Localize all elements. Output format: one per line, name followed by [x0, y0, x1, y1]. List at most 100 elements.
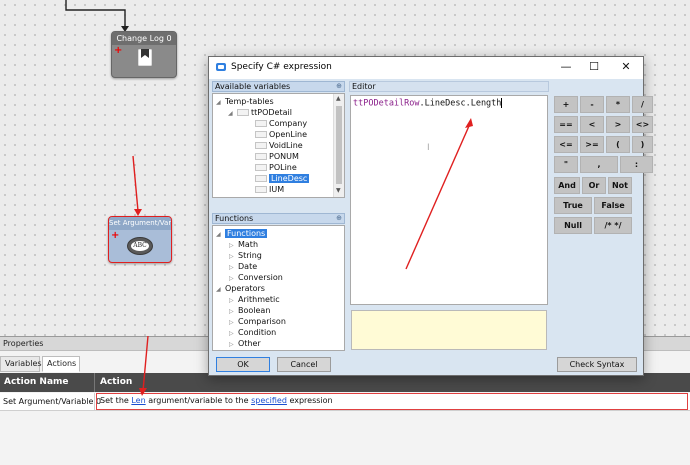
- tree-item-condition[interactable]: ▷ Condition: [229, 327, 276, 338]
- expanded-icon[interactable]: ◢: [216, 284, 225, 295]
- tree-item-openline[interactable]: OpenLine: [255, 129, 307, 140]
- tree-item-company[interactable]: Company: [255, 118, 307, 129]
- change-log-node[interactable]: Change Log 0 +: [111, 31, 177, 78]
- calc-comment-button[interactable]: /* */: [594, 217, 632, 234]
- pin-icon[interactable]: ⊕: [336, 82, 342, 91]
- dialog-titlebar[interactable]: Specify C# expression — ☐ ✕: [209, 57, 643, 79]
- syntax-message-box: [351, 310, 547, 350]
- tree-item-other[interactable]: ▷ Other: [229, 338, 261, 349]
- scroll-down-icon[interactable]: ▼: [336, 187, 341, 194]
- tree-item-string[interactable]: ▷ String: [229, 250, 262, 261]
- functions-header-label: Functions: [215, 214, 254, 223]
- tree-item-temp-tables[interactable]: ◢ Temp-tables: [216, 96, 274, 107]
- calc-multiply-button[interactable]: *: [606, 96, 630, 113]
- calc-colon-button[interactable]: :: [620, 156, 653, 173]
- calc-greater-equal-button[interactable]: >=: [580, 136, 604, 153]
- expanded-icon[interactable]: ◢: [228, 108, 237, 119]
- add-icon[interactable]: +: [111, 231, 119, 241]
- expanded-icon[interactable]: ◢: [216, 97, 225, 108]
- check-syntax-button[interactable]: Check Syntax: [557, 357, 637, 372]
- annotation-arrowhead: [134, 209, 142, 216]
- tree-label: Conversion: [238, 273, 283, 282]
- tree-item-poline[interactable]: POLine: [255, 162, 297, 173]
- calc-true-button[interactable]: True: [554, 197, 592, 214]
- tree-label: Comparison: [238, 317, 286, 326]
- field-icon: [255, 120, 267, 127]
- variables-header-label: Available variables: [215, 82, 291, 91]
- tree-item-date[interactable]: ▷ Date: [229, 261, 257, 272]
- calc-or-button[interactable]: Or: [582, 177, 606, 194]
- tree-label: Date: [238, 262, 258, 271]
- tree-item-arithmetic[interactable]: ▷ Arithmetic: [229, 294, 280, 305]
- calc-open-paren-button[interactable]: (: [606, 136, 630, 153]
- field-icon: [255, 175, 267, 182]
- calc-less-button[interactable]: <: [580, 116, 604, 133]
- tree-label: IUM: [269, 185, 285, 194]
- calc-plus-button[interactable]: +: [554, 96, 578, 113]
- close-icon[interactable]: ✕: [617, 59, 635, 75]
- variables-tree[interactable]: ◢ Temp-tables ◢ ttPODetail Company OpenLin…: [212, 93, 345, 198]
- annotation-arrow-svg: [405, 118, 473, 270]
- tree-label: ttPODetail: [251, 108, 292, 117]
- add-icon[interactable]: +: [114, 46, 122, 56]
- tree-item-math[interactable]: ▷ Math: [229, 239, 258, 250]
- expression-dialog: Specify C# expression — ☐ ✕ Available va…: [208, 56, 653, 376]
- calc-greater-button[interactable]: >: [606, 116, 630, 133]
- dialog-body: Available variables ⊕ ◢ Temp-tables ◢ ttPO…: [209, 79, 653, 375]
- tree-label: Temp-tables: [225, 97, 274, 106]
- tree-item-ttpodetail[interactable]: ◢ ttPODetail: [228, 107, 292, 118]
- tree-item-voidline[interactable]: VoidLine: [255, 140, 303, 151]
- calc-not-button[interactable]: Not: [608, 177, 632, 194]
- node-title: Set Argument/Vari: [109, 217, 171, 230]
- scroll-up-icon[interactable]: ▲: [336, 95, 341, 102]
- tree-label: String: [238, 251, 262, 260]
- set-argument-node[interactable]: Set Argument/Vari + ABC: [108, 216, 172, 263]
- calc-minus-button[interactable]: -: [580, 96, 604, 113]
- calc-quote-button[interactable]: ": [554, 156, 578, 173]
- tree-item-ium[interactable]: IUM: [255, 184, 284, 195]
- field-icon: [255, 186, 267, 193]
- field-icon: [255, 131, 267, 138]
- calc-null-button[interactable]: Null: [554, 217, 592, 234]
- tree-item-ponum[interactable]: PONUM: [255, 151, 299, 162]
- tree-label: OpenLine: [269, 130, 308, 139]
- calc-not-equal-button[interactable]: <>: [632, 116, 653, 133]
- tree-label: Company: [269, 119, 308, 128]
- abc-icon: ABC: [127, 237, 153, 255]
- table-icon: [237, 109, 249, 116]
- expanded-icon[interactable]: ◢: [216, 229, 225, 240]
- expression-editor[interactable]: ttPODetailRow.LineDesc.Length I: [350, 95, 548, 305]
- tree-item-operators[interactable]: ◢ Operators: [216, 283, 265, 294]
- tree-item-conversion[interactable]: ▷ Conversion: [229, 272, 283, 283]
- calc-and-button[interactable]: And: [554, 177, 580, 194]
- cancel-button[interactable]: Cancel: [277, 357, 331, 372]
- calc-close-paren-button[interactable]: ): [632, 136, 653, 153]
- tree-label: Arithmetic: [238, 295, 280, 304]
- collapsed-icon[interactable]: ▷: [229, 339, 238, 350]
- calc-comma-button[interactable]: ,: [580, 156, 618, 173]
- minimize-icon[interactable]: —: [557, 59, 575, 75]
- ok-button[interactable]: OK: [216, 357, 270, 372]
- calc-divide-button[interactable]: /: [632, 96, 653, 113]
- tree-item-boolean[interactable]: ▷ Boolean: [229, 305, 270, 316]
- calc-less-equal-button[interactable]: <=: [554, 136, 578, 153]
- node-title: Change Log 0: [112, 32, 176, 45]
- tree-item-comparison[interactable]: ▷ Comparison: [229, 316, 286, 327]
- tree-item-linedesc[interactable]: LineDesc: [255, 173, 310, 184]
- pin-icon[interactable]: ⊕: [336, 214, 342, 223]
- maximize-icon[interactable]: ☐: [585, 59, 603, 75]
- tree-label: Math: [238, 240, 259, 249]
- editor-header: Editor: [349, 81, 549, 92]
- calc-equals-button[interactable]: ==: [554, 116, 578, 133]
- tree-item-functions[interactable]: ◢ Functions: [216, 228, 268, 240]
- scrollbar-thumb[interactable]: [336, 106, 342, 184]
- tree-label: Boolean: [238, 306, 271, 315]
- functions-tree[interactable]: ◢ Functions ▷ Math ▷ String ▷ Date ▷ Conversi…: [212, 225, 345, 351]
- tree-label-selected: LineDesc: [269, 174, 310, 183]
- functions-header: Functions ⊕: [212, 213, 345, 224]
- book-icon: [138, 49, 152, 66]
- calc-false-button[interactable]: False: [594, 197, 632, 214]
- dialog-title: Specify C# expression: [231, 62, 332, 72]
- variables-scrollbar[interactable]: ▲ ▼: [333, 94, 344, 197]
- tree-label: PONUM: [269, 152, 299, 161]
